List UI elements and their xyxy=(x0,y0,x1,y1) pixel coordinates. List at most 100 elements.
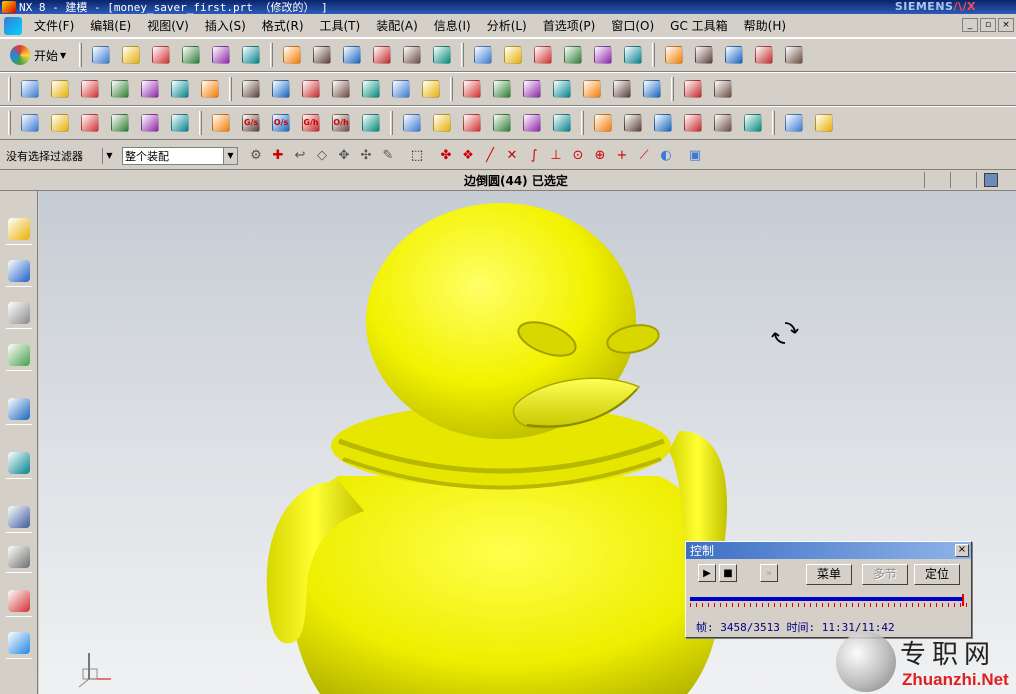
hide-cube-button[interactable] xyxy=(470,42,496,68)
record-button[interactable] xyxy=(740,110,766,136)
cut-button[interactable] xyxy=(178,42,204,68)
spring-button[interactable] xyxy=(429,110,455,136)
roles-tab[interactable] xyxy=(6,627,32,659)
assembly-navigator-tab[interactable] xyxy=(6,213,32,245)
component-rule-icon[interactable]: ✎ xyxy=(378,146,398,166)
menu-analysis[interactable]: 分析(L) xyxy=(479,14,535,38)
hole-button[interactable] xyxy=(197,76,223,102)
lightning-button[interactable] xyxy=(781,110,807,136)
mirror-button[interactable] xyxy=(388,76,414,102)
window-button[interactable] xyxy=(500,42,526,68)
surface-c-button[interactable]: G/h xyxy=(298,110,324,136)
shell-button[interactable] xyxy=(298,76,324,102)
menu-window[interactable]: 窗口(O) xyxy=(603,14,662,38)
surface-a-button[interactable]: G/s xyxy=(238,110,264,136)
menu-file[interactable]: 文件(F) xyxy=(26,14,82,38)
snap-line-icon[interactable]: ╱ xyxy=(480,146,500,166)
stack-button[interactable] xyxy=(47,110,73,136)
refresh-button[interactable] xyxy=(811,110,837,136)
part-navigator-tab[interactable] xyxy=(6,297,32,329)
chamfer-button[interactable] xyxy=(167,76,193,102)
draft-button[interactable] xyxy=(328,76,354,102)
menu-edit[interactable]: 编辑(E) xyxy=(82,14,139,38)
web-browser-tab[interactable] xyxy=(6,447,32,479)
new-file-button[interactable] xyxy=(88,42,114,68)
restore-button[interactable]: ▫ xyxy=(980,18,996,32)
type-filter-select[interactable]: 没有选择过滤器 ▼ xyxy=(4,147,116,165)
system-materials-tab[interactable] xyxy=(6,541,32,573)
check-button[interactable] xyxy=(489,110,515,136)
view-cube-icon[interactable]: ▣ xyxy=(685,146,705,166)
sweep-button[interactable] xyxy=(459,76,485,102)
face-blend-button[interactable] xyxy=(579,76,605,102)
surface-d-button[interactable]: O/h xyxy=(328,110,354,136)
studio-button[interactable] xyxy=(639,76,665,102)
wcs-button[interactable] xyxy=(620,42,646,68)
menu-tools[interactable]: 工具(T) xyxy=(312,14,369,38)
offset-face-button[interactable] xyxy=(489,76,515,102)
toolbar-grip[interactable] xyxy=(8,111,11,135)
multi-section-button[interactable]: 多节 xyxy=(862,564,908,585)
surface-button[interactable] xyxy=(519,76,545,102)
copy-button[interactable] xyxy=(208,42,234,68)
extrude-button[interactable] xyxy=(47,76,73,102)
curve-rule-icon[interactable]: ↩ xyxy=(290,146,310,166)
prev-frame-button[interactable] xyxy=(650,110,676,136)
block-button[interactable] xyxy=(107,76,133,102)
surface-e-button[interactable] xyxy=(358,110,384,136)
feature-rule-icon[interactable]: ✣ xyxy=(356,146,376,166)
snap-surface-icon[interactable]: ◐ xyxy=(656,146,676,166)
menu-gc-toolbox[interactable]: GC 工具箱 xyxy=(662,14,736,38)
boolean-button[interactable] xyxy=(238,76,264,102)
play-button[interactable]: ▶ xyxy=(698,564,716,582)
assembly-button[interactable] xyxy=(137,110,163,136)
toolbar-grip[interactable] xyxy=(79,43,83,67)
pin-button[interactable] xyxy=(721,42,747,68)
sew-button[interactable] xyxy=(609,76,635,102)
first-frame-button[interactable] xyxy=(620,110,646,136)
snap-endpoint-icon[interactable]: ✤ xyxy=(436,146,456,166)
layer-button[interactable] xyxy=(590,42,616,68)
last-frame-button[interactable] xyxy=(710,110,736,136)
menu-insert[interactable]: 插入(S) xyxy=(197,14,254,38)
snap-existing-icon[interactable]: + xyxy=(612,146,632,166)
sketch-button[interactable] xyxy=(17,76,43,102)
snap-onpoint-icon[interactable]: ⟋ xyxy=(634,146,654,166)
close-button[interactable]: × xyxy=(998,18,1014,32)
history-clock-tab[interactable] xyxy=(6,501,32,533)
select-tool-button[interactable] xyxy=(309,42,335,68)
dialog-title-bar[interactable]: 控制 × xyxy=(686,542,971,559)
menu-format[interactable]: 格式(R) xyxy=(254,14,312,38)
scope-filter-select[interactable]: 整个装配 ▼ xyxy=(122,146,238,165)
cylinder-button[interactable] xyxy=(399,110,425,136)
grid-button[interactable] xyxy=(549,110,575,136)
datum-button[interactable] xyxy=(17,110,43,136)
distance-button[interactable] xyxy=(691,42,717,68)
pattern-button[interactable] xyxy=(418,76,444,102)
undo-button[interactable] xyxy=(279,42,305,68)
x-form-button[interactable] xyxy=(680,76,706,102)
stop-button[interactable]: ■ xyxy=(719,564,737,582)
palette-tab[interactable] xyxy=(6,585,32,617)
minimize-button[interactable]: _ xyxy=(962,18,978,32)
filter-reset-icon[interactable]: ⚙ xyxy=(246,146,266,166)
penguin-model[interactable] xyxy=(266,203,728,694)
snap-point-icon[interactable]: ✚ xyxy=(268,146,288,166)
snap-intersect-icon[interactable]: ⊥ xyxy=(546,146,566,166)
thicken-button[interactable] xyxy=(358,76,384,102)
mesh-button[interactable] xyxy=(549,76,575,102)
step-button[interactable]: » xyxy=(760,564,778,582)
dialog-close-button[interactable]: × xyxy=(955,544,969,557)
menu-assembly[interactable]: 装配(A) xyxy=(368,14,426,38)
snap-midpoint-icon[interactable]: ❖ xyxy=(458,146,478,166)
component-button[interactable] xyxy=(208,110,234,136)
save-button[interactable] xyxy=(148,42,174,68)
snap-center-icon[interactable]: ⊙ xyxy=(568,146,588,166)
body-rule-icon[interactable]: ✥ xyxy=(334,146,354,166)
menu-info[interactable]: 信息(I) xyxy=(426,14,479,38)
paste-button[interactable] xyxy=(238,42,264,68)
list-button[interactable] xyxy=(77,110,103,136)
move-part-button[interactable] xyxy=(530,42,556,68)
section-cube-button[interactable] xyxy=(429,42,455,68)
axis-button[interactable] xyxy=(590,110,616,136)
